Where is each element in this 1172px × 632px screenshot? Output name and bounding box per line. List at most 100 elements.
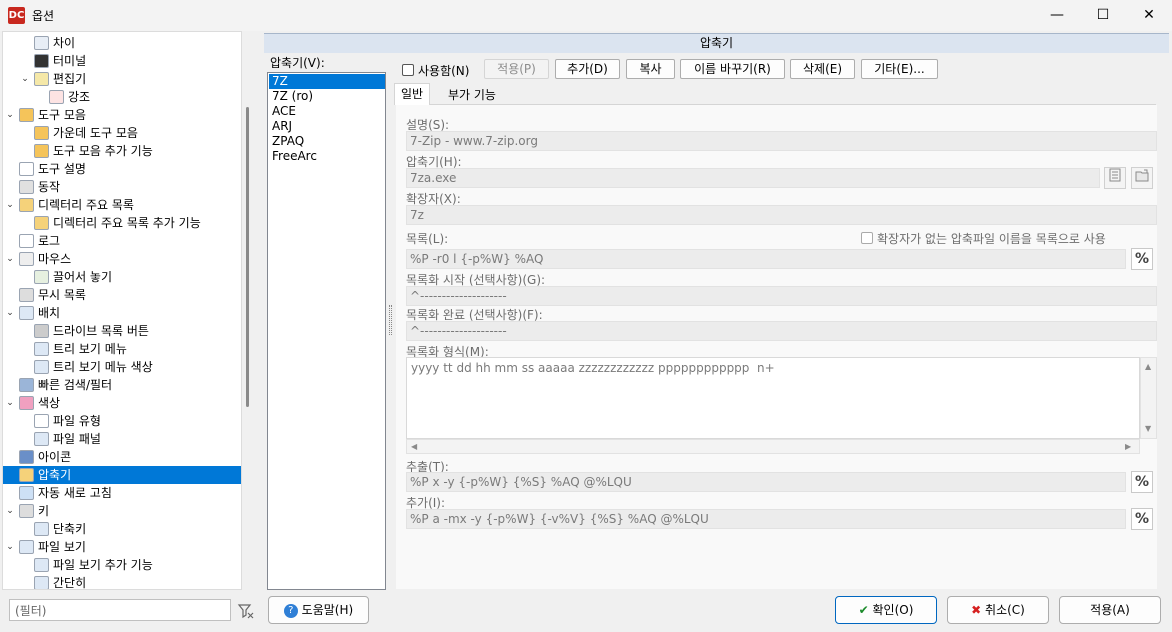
tree-item-5[interactable]: ⌄ 도구 모음 — [3, 106, 241, 124]
extract-percent-button[interactable]: % — [1131, 471, 1153, 493]
tree-item-label: 디렉터리 주요 목록 추가 기능 — [53, 216, 201, 230]
scroll-down-icon[interactable]: ▼ — [1145, 424, 1151, 433]
tree-item-24[interactable]: 아이콘 — [3, 448, 241, 466]
diff-icon — [34, 36, 49, 50]
tree-item-31[interactable]: 간단히 — [3, 574, 241, 589]
other-archiver-button[interactable]: 기타(E)... — [861, 59, 938, 79]
tree-expander-icon[interactable]: ⌄ — [4, 538, 16, 556]
enabled-checkbox[interactable] — [402, 64, 414, 76]
scroll-right-icon[interactable]: ▶ — [1125, 442, 1131, 451]
tree-item-10[interactable]: ⌄ 디렉터리 주요 목록 — [3, 196, 241, 214]
tree-item-22[interactable]: 파일 유형 — [3, 412, 241, 430]
apply-archiver-button[interactable]: 적용(P) — [484, 59, 549, 79]
archiver-list-item[interactable]: 7Z — [269, 74, 385, 89]
title-bar: DC 옵션 — ☐ ✕ — [0, 0, 1172, 31]
tree-item-7[interactable]: 도구 모음 추가 기능 — [3, 142, 241, 160]
minimize-icon: — — [1050, 7, 1064, 23]
tree-scrollbar[interactable] — [246, 107, 249, 407]
tree-item-8[interactable]: 도구 설명 — [3, 160, 241, 178]
archiver-list-item[interactable]: ACE — [269, 104, 385, 119]
tree-expander-icon[interactable]: ⌄ — [4, 196, 16, 214]
tree-item-13[interactable]: ⌄ 마우스 — [3, 250, 241, 268]
list-start-field[interactable]: ^-------------------- — [406, 286, 1157, 306]
archiver-exe-field[interactable]: 7za.exe — [406, 168, 1100, 188]
tab-additional[interactable]: 부가 기능 — [442, 85, 502, 107]
add-percent-button[interactable]: % — [1131, 508, 1153, 530]
tree-item-3[interactable]: ⌄ 편집기 — [3, 70, 241, 88]
options-tree[interactable]: 차이터미널 ⌄ 편집기 강조 ⌄ 도구 모음 가운데 도구 모음 도구 모음 추가 기능 도구 … — [2, 31, 242, 590]
memo-vertical-scrollbar[interactable]: ▲ ▼ — [1140, 357, 1157, 439]
archiver-list[interactable]: 7Z 7Z (ro) ACE ARJ ZPAQ FreeArc — [267, 72, 386, 590]
tree-item-21[interactable]: ⌄ 색상 — [3, 394, 241, 412]
scroll-left-icon[interactable]: ◀ — [411, 442, 417, 451]
no-ext-checkbox[interactable] — [861, 232, 873, 244]
list-percent-button[interactable]: % — [1131, 248, 1153, 270]
help-button[interactable]: ? 도움말(H) — [268, 596, 369, 624]
list-command-field[interactable]: %P -r0 l {-p%W} %AQ — [406, 249, 1126, 269]
tree-expander-icon[interactable]: ⌄ — [4, 502, 16, 520]
extract-command-field[interactable]: %P x -y {-p%W} {%S} %AQ @%LQU — [406, 472, 1126, 492]
tab-general[interactable]: 일반 — [394, 83, 431, 105]
memo-horizontal-scrollbar[interactable]: ◀ ▶ — [406, 439, 1140, 454]
tree-item-4[interactable]: 강조 — [3, 88, 241, 106]
editor-icon — [34, 72, 49, 86]
tree-item-27[interactable]: ⌄ 키 — [3, 502, 241, 520]
tree-item-2[interactable]: 터미널 — [3, 52, 241, 70]
tree-item-label: 로그 — [38, 234, 61, 248]
close-button[interactable]: ✕ — [1126, 0, 1172, 31]
apply-button[interactable]: 적용(A) — [1059, 596, 1161, 624]
cancel-button[interactable]: ✖ 취소(C) — [947, 596, 1049, 624]
add-archiver-button[interactable]: 추가(D) — [555, 59, 620, 79]
minimize-button[interactable]: — — [1034, 0, 1080, 31]
tree-item-label: 터미널 — [53, 54, 87, 68]
tree-item-17[interactable]: 드라이브 목록 버튼 — [3, 322, 241, 340]
archiver-list-item[interactable]: ARJ — [269, 119, 385, 134]
ok-button[interactable]: ✔ 확인(O) — [835, 596, 937, 624]
copy-archiver-button[interactable]: 복사 — [626, 59, 675, 79]
browse-list-icon[interactable] — [1104, 167, 1126, 189]
splitter-handle[interactable] — [389, 305, 392, 335]
tree-item-26[interactable]: 자동 새로 고침 — [3, 484, 241, 502]
tree-item-28[interactable]: 단축키 — [3, 520, 241, 538]
tree-item-23[interactable]: 파일 패널 — [3, 430, 241, 448]
description-field[interactable]: 7-Zip - www.7-zip.org — [406, 131, 1157, 151]
list-end-field[interactable]: ^-------------------- — [406, 321, 1157, 341]
archiver-list-item[interactable]: FreeArc — [269, 149, 385, 164]
delete-archiver-button[interactable]: 삭제(E) — [790, 59, 855, 79]
enabled-checkbox-label[interactable]: 사용함(N) — [418, 62, 469, 79]
archiver-list-item[interactable]: 7Z (ro) — [269, 89, 385, 104]
tree-item-6[interactable]: 가운데 도구 모음 — [3, 124, 241, 142]
rename-archiver-button[interactable]: 이름 바꾸기(R) — [680, 59, 785, 79]
tree-expander-icon[interactable]: ⌄ — [4, 304, 16, 322]
tree-item-9[interactable]: 동작 — [3, 178, 241, 196]
tree-item-19[interactable]: 트리 보기 메뉴 색상 — [3, 358, 241, 376]
maximize-button[interactable]: ☐ — [1080, 0, 1126, 31]
tree-item-25[interactable]: 압축기 — [3, 466, 241, 484]
list-format-memo[interactable]: yyyy tt dd hh mm ss aaaaa zzzzzzzzzzzz p… — [406, 357, 1140, 439]
add-command-field[interactable]: %P a -mx -y {-p%W} {-v%V} {%S} %AQ @%LQU — [406, 509, 1126, 529]
tree-expander-icon[interactable]: ⌄ — [4, 394, 16, 412]
scroll-up-icon[interactable]: ▲ — [1145, 362, 1151, 371]
filter-clear-icon[interactable] — [237, 602, 255, 620]
tree-item-1[interactable]: 차이 — [3, 34, 241, 52]
extension-field[interactable]: 7z — [406, 205, 1157, 225]
tree-item-30[interactable]: 파일 보기 추가 기능 — [3, 556, 241, 574]
browse-folder-icon[interactable] — [1131, 167, 1153, 189]
tree-item-20[interactable]: 빠른 검색/필터 — [3, 376, 241, 394]
archiver-list-item[interactable]: ZPAQ — [269, 134, 385, 149]
tree-item-29[interactable]: ⌄ 파일 보기 — [3, 538, 241, 556]
tooltip-icon — [19, 162, 34, 176]
tree-item-11[interactable]: 디렉터리 주요 목록 추가 기능 — [3, 214, 241, 232]
tree-item-18[interactable]: 트리 보기 메뉴 — [3, 340, 241, 358]
tree-expander-icon[interactable]: ⌄ — [4, 250, 16, 268]
help-icon: ? — [283, 603, 298, 618]
tree-item-16[interactable]: ⌄ 배치 — [3, 304, 241, 322]
tree-item-14[interactable]: 끌어서 놓기 — [3, 268, 241, 286]
tree-item-12[interactable]: 로그 — [3, 232, 241, 250]
no-ext-checkbox-label[interactable]: 확장자가 없는 압축파일 이름을 목록으로 사용 — [877, 230, 1106, 247]
tree-item-label: 압축기 — [38, 468, 72, 482]
filter-input[interactable]: (필터) — [9, 599, 231, 621]
tree-expander-icon[interactable]: ⌄ — [4, 106, 16, 124]
tree-expander-icon[interactable]: ⌄ — [19, 70, 31, 88]
tree-item-15[interactable]: 무시 목록 — [3, 286, 241, 304]
